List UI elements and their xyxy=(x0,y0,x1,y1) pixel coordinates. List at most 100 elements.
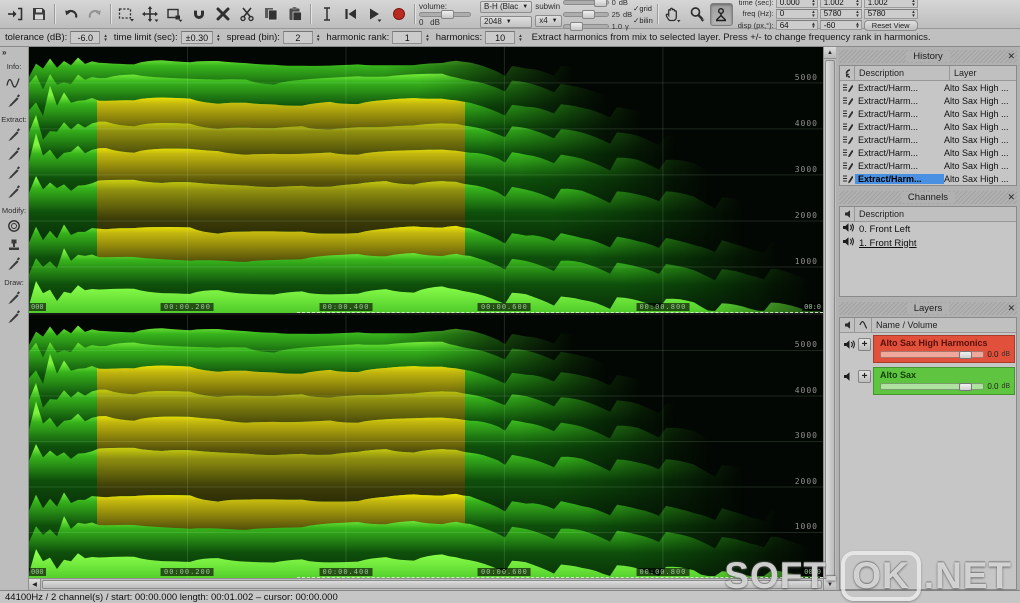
channel-speaker-toggle[interactable] xyxy=(842,222,855,236)
layer-volume-thumb[interactable] xyxy=(958,351,972,359)
channel-speaker-toggle[interactable] xyxy=(842,236,855,250)
spinner-buttons[interactable]: ▲ ▼ xyxy=(316,33,320,41)
display-slider-thumb[interactable] xyxy=(581,9,595,19)
reset-view-button[interactable]: Reset View xyxy=(863,19,918,31)
history-row[interactable]: Extract/Harm... Alto Sax High ... xyxy=(840,159,1016,172)
horizontal-scroll-thumb[interactable] xyxy=(42,580,822,589)
layer-volume-slider[interactable] xyxy=(880,383,985,391)
param-value-box[interactable]: 2 xyxy=(282,31,313,44)
zoom-tool[interactable] xyxy=(686,3,709,26)
window-function-select[interactable]: B-H (Blac ▼ xyxy=(480,0,533,13)
display-slider-thumb[interactable] xyxy=(593,0,607,7)
layer-add-button[interactable]: + xyxy=(858,370,871,383)
nav-value-box[interactable]: 1.002 ▲ ▼ xyxy=(819,0,862,8)
layer-row[interactable]: + Alto Sax High Harmonics 0.0 dB xyxy=(840,333,1016,365)
param-value-box[interactable]: 1 xyxy=(392,31,423,44)
spinner-buttons[interactable]: ▲ ▼ xyxy=(811,0,815,6)
history-row[interactable]: Extract/Harm... Alto Sax High ... xyxy=(840,94,1016,107)
nav-value-box[interactable]: 1.002 ▲ ▼ xyxy=(863,0,918,8)
spinner-buttons[interactable]: ▲ ▼ xyxy=(911,9,915,17)
nav-value-box[interactable]: 64 ▲ ▼ xyxy=(775,20,818,30)
play-button[interactable] xyxy=(363,3,386,26)
nav-value-box[interactable]: -60 ▲ ▼ xyxy=(819,20,862,30)
sidebar-tool-draw-brush-tool[interactable] xyxy=(3,288,25,307)
history-row[interactable]: Extract/Harm... Alto Sax High ... xyxy=(840,146,1016,159)
spinner-buttons[interactable]: ▲ ▼ xyxy=(811,21,815,29)
transform-tool[interactable] xyxy=(163,3,186,26)
layers-panel-titlebar[interactable]: Layers ✕ xyxy=(839,302,1017,315)
layer-row[interactable]: + Alto Sax 0.0 dB xyxy=(840,365,1016,397)
scroll-left-button[interactable]: ◀ xyxy=(29,579,41,590)
history-row[interactable]: Extract/Harm... Alto Sax High ... xyxy=(840,120,1016,133)
layer-strip[interactable]: Alto Sax High Harmonics 0.0 dB xyxy=(873,335,1015,363)
spinner-buttons[interactable]: ▲ ▼ xyxy=(855,9,859,17)
spinner-buttons[interactable]: ▲ ▼ xyxy=(518,33,522,41)
checkbox-grid[interactable]: ✓grid xyxy=(633,4,653,13)
display-slider[interactable] xyxy=(562,21,609,31)
undo-button[interactable] xyxy=(59,3,82,26)
delete-button[interactable] xyxy=(211,3,234,26)
save-button[interactable] xyxy=(27,3,50,26)
layer-add-button[interactable]: + xyxy=(858,338,871,351)
magnet-snap-tool[interactable] xyxy=(187,3,210,26)
spinner-buttons[interactable]: ▲ ▼ xyxy=(216,33,220,41)
history-row[interactable]: Extract/Harm... Alto Sax High ... xyxy=(840,133,1016,146)
layers-wave-column[interactable] xyxy=(855,318,872,332)
spinner-buttons[interactable]: ▲ ▼ xyxy=(811,9,815,17)
sidebar-collapse-button[interactable]: » xyxy=(0,48,8,57)
sidebar-tool-extract-line-brush[interactable] xyxy=(3,144,25,163)
layers-name-column[interactable]: Name / Volume xyxy=(872,318,1016,332)
nav-value-box[interactable]: 0.000 ▲ ▼ xyxy=(775,0,818,8)
skip-to-start-button[interactable] xyxy=(339,3,362,26)
history-row[interactable]: Extract/Harm... Alto Sax High ... xyxy=(840,107,1016,120)
vertical-scrollbar[interactable]: ▲ ▼ xyxy=(823,47,836,590)
navigate-tool[interactable] xyxy=(709,2,733,26)
spinner-buttons[interactable]: ▲ ▼ xyxy=(911,0,915,6)
param-value-box[interactable]: 10 xyxy=(485,31,516,44)
layer-volume-slider[interactable] xyxy=(880,351,985,359)
sidebar-tool-modify-circle-tool[interactable] xyxy=(3,216,25,235)
sidebar-tool-info-brush-tool[interactable] xyxy=(3,91,25,110)
spinner-buttons[interactable]: ▲ ▼ xyxy=(855,0,859,6)
sidebar-tool-extract-area-brush[interactable] xyxy=(3,125,25,144)
volume-slider[interactable] xyxy=(419,9,471,19)
vertical-scroll-thumb[interactable] xyxy=(825,60,835,577)
redo-button[interactable] xyxy=(83,3,106,26)
display-slider[interactable] xyxy=(562,0,609,7)
param-value-box[interactable]: -6.0 xyxy=(70,31,101,44)
spectrogram-canvas[interactable] xyxy=(29,315,823,578)
sidebar-tool-draw-spray-tool[interactable] xyxy=(3,307,25,326)
scroll-up-button[interactable]: ▲ xyxy=(824,47,836,59)
spectrogram-top-channel[interactable]: 5000 4000 3000 2000 1000 00:00.200 00:00.400 00… xyxy=(29,47,823,313)
sidebar-tool-spectrum-curve-tool[interactable] xyxy=(3,72,25,91)
history-row[interactable]: Extract/Harm... Alto Sax High ... xyxy=(840,81,1016,94)
layer-volume-thumb[interactable] xyxy=(958,383,972,391)
volume-slider-thumb[interactable] xyxy=(441,9,454,19)
spectrogram-canvas[interactable] xyxy=(29,47,823,313)
close-icon[interactable]: ✕ xyxy=(1007,192,1015,202)
sidebar-tool-modify-stamp-tool[interactable] xyxy=(3,235,25,254)
horizontal-scrollbar[interactable]: ◀ xyxy=(29,578,823,590)
nav-value-box[interactable]: 0 ▲ ▼ xyxy=(775,8,818,19)
history-layer-column[interactable]: Layer xyxy=(950,66,1016,80)
sidebar-tool-extract-harmonics-brush[interactable] xyxy=(3,182,25,201)
move-tool[interactable] xyxy=(139,3,162,26)
close-icon[interactable]: ✕ xyxy=(1007,51,1015,61)
channels-panel-titlebar[interactable]: Channels ✕ xyxy=(839,191,1017,204)
spinner-buttons[interactable]: ▲ ▼ xyxy=(855,21,859,29)
spinner-buttons[interactable]: ▲ ▼ xyxy=(425,33,429,41)
history-row[interactable]: Extract/Harm... Alto Sax High ... xyxy=(840,172,1016,185)
history-description-column[interactable]: Description xyxy=(855,66,950,80)
import-button[interactable] xyxy=(3,3,26,26)
layer-speaker-toggle[interactable] xyxy=(842,371,856,382)
display-slider[interactable] xyxy=(562,9,609,19)
channel-row[interactable]: 0. Front Left xyxy=(840,222,1016,236)
param-value-box[interactable]: ±0.30 xyxy=(180,31,214,44)
sidebar-tool-extract-list-brush[interactable] xyxy=(3,163,25,182)
sidebar-tool-modify-brush-tool[interactable] xyxy=(3,254,25,273)
channels-description-column[interactable]: Description xyxy=(855,207,1016,221)
record-button[interactable] xyxy=(387,3,410,26)
layers-speaker-column[interactable] xyxy=(840,318,855,332)
checkbox-bilin[interactable]: ✓bilin xyxy=(633,16,653,25)
playhead-cursor-tool[interactable] xyxy=(315,3,338,26)
